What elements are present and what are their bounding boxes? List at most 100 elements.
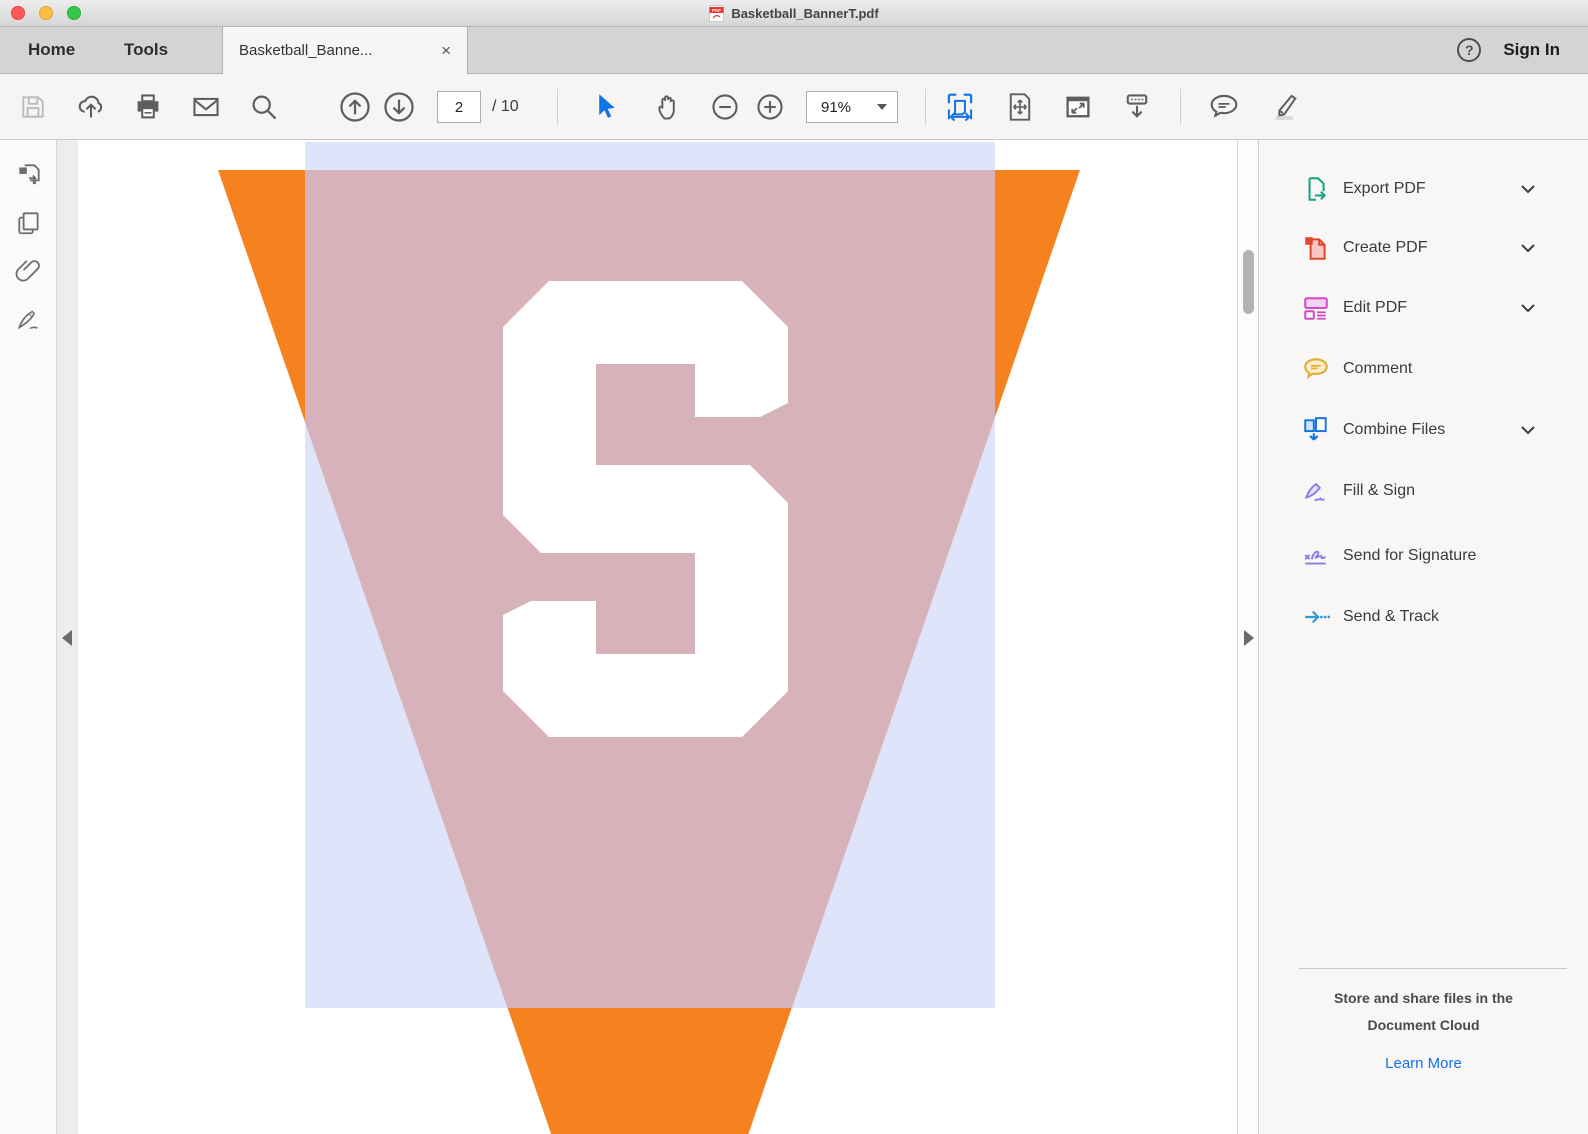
page-transfer-pane-button[interactable] (14, 160, 44, 190)
highlight-tool-button[interactable] (1267, 91, 1299, 123)
hand-tool-button[interactable] (652, 91, 684, 123)
close-window-button[interactable] (11, 6, 25, 20)
highlighter-icon (1275, 94, 1297, 120)
svg-text:PDF: PDF (712, 8, 721, 13)
chevron-down-icon[interactable] (1520, 184, 1536, 194)
comment-icon (1301, 355, 1331, 383)
signatures-pane-button[interactable] (14, 305, 44, 335)
zoom-out-button[interactable] (709, 91, 741, 123)
next-page-button[interactable] (383, 91, 415, 123)
window-title: Basketball_BannerT.pdf (731, 5, 879, 21)
tool-label: Export PDF (1343, 180, 1426, 197)
page-thumbnails-pane-button[interactable] (14, 208, 44, 238)
vertical-scrollbar[interactable] (1237, 140, 1258, 1134)
banner-letter[interactable] (503, 281, 788, 737)
search-icon (252, 95, 277, 120)
tool-label: Edit PDF (1343, 299, 1408, 316)
hand-tool-icon (658, 95, 675, 120)
tool-combine-files[interactable]: Combine Files (1259, 408, 1588, 452)
tool-create-pdf[interactable]: Create PDF (1259, 226, 1588, 270)
zoom-in-icon (757, 94, 783, 120)
read-mode-button[interactable] (1121, 91, 1153, 123)
tab-bar: Home Tools Basketball_Banne... × ? Sign … (0, 27, 1588, 74)
attachments-pane-button[interactable] (14, 255, 44, 285)
edit-pdf-icon (1301, 294, 1331, 322)
fullscreen-icon (1066, 96, 1090, 118)
tool-send-for-signature[interactable]: Send for Signature (1259, 534, 1588, 578)
fullscreen-button[interactable] (1062, 91, 1094, 123)
tool-send-track[interactable]: Send & Track (1259, 595, 1588, 639)
toolbar-divider (557, 89, 558, 125)
page-number-input[interactable] (437, 91, 481, 123)
fit-width-button[interactable] (944, 91, 976, 123)
zoom-window-button[interactable] (67, 6, 81, 20)
acrobat-window: { "window": { "title": "Basketball_Banne… (0, 0, 1588, 1134)
tool-export-pdf[interactable]: Export PDF (1259, 167, 1588, 211)
toolbar-divider (925, 89, 926, 125)
fill-sign-icon (1301, 477, 1331, 505)
save-button[interactable] (17, 91, 49, 123)
signatures-icon (17, 310, 38, 330)
print-icon (137, 94, 159, 119)
tool-label: Comment (1343, 360, 1413, 377)
document-cloud-text-line2: Document Cloud (1367, 1017, 1480, 1033)
panel-footer-divider (1299, 968, 1567, 969)
tab-document[interactable]: Basketball_Banne... × (222, 27, 468, 74)
scrollbar-thumb[interactable] (1243, 250, 1254, 314)
learn-more-link[interactable]: Learn More (1259, 1055, 1588, 1072)
expand-right-pane-icon[interactable] (1244, 630, 1254, 646)
fit-page-button[interactable] (1004, 91, 1036, 123)
previous-page-icon (340, 92, 370, 122)
attachments-icon (15, 260, 40, 282)
email-icon (193, 97, 219, 117)
sign-in-button[interactable]: Sign In (1503, 40, 1560, 60)
save-icon (22, 96, 44, 118)
previous-page-button[interactable] (339, 91, 371, 123)
next-page-icon (384, 92, 414, 122)
chevron-down-icon[interactable] (1520, 303, 1536, 313)
document-canvas[interactable] (78, 140, 1237, 1134)
fit-page-icon (1009, 93, 1031, 121)
toolbar-divider (1180, 89, 1181, 125)
tool-comment[interactable]: Comment (1259, 347, 1588, 391)
tab-tools[interactable]: Tools (124, 27, 168, 73)
zoom-level-dropdown[interactable]: 91% (806, 91, 898, 123)
chevron-down-icon[interactable] (1520, 243, 1536, 253)
send-signature-icon (1301, 542, 1331, 570)
collapse-left-pane-icon[interactable] (62, 630, 72, 646)
create-pdf-icon (1301, 234, 1331, 262)
select-tool-button[interactable] (589, 91, 621, 123)
tool-edit-pdf[interactable]: Edit PDF (1259, 286, 1588, 330)
pdf-page (218, 142, 1080, 1134)
send-track-icon (1301, 603, 1331, 631)
main-area: Export PDF Create PDF Edit PDF Comment C… (0, 140, 1588, 1134)
tab-home[interactable]: Home (28, 27, 75, 73)
tab-document-label: Basketball_Banne... (239, 42, 373, 59)
tool-label: Send & Track (1343, 608, 1440, 625)
tool-fill-sign[interactable]: Fill & Sign (1259, 469, 1588, 513)
navigation-rail (0, 140, 57, 1134)
comment-tool-button[interactable] (1208, 91, 1240, 123)
traffic-lights (11, 6, 81, 20)
chevron-down-icon[interactable] (1520, 425, 1536, 435)
left-pane-gutter (57, 140, 78, 1134)
tool-label: Create PDF (1343, 239, 1428, 256)
tool-label: Fill & Sign (1343, 482, 1416, 499)
toolbar: / 10 91% (0, 74, 1588, 140)
document-cloud-text-line1: Store and share files in the (1334, 990, 1513, 1006)
read-mode-icon (1126, 94, 1148, 118)
select-tool-icon (599, 94, 615, 118)
share-button[interactable] (75, 91, 107, 123)
combine-files-icon (1301, 416, 1331, 444)
help-icon[interactable]: ? (1457, 38, 1482, 62)
tool-label: Send for Signature (1343, 547, 1477, 564)
title-bar: PDF Basketball_BannerT.pdf (0, 0, 1588, 27)
upload-cloud-icon (78, 95, 103, 118)
zoom-in-button[interactable] (754, 91, 786, 123)
minimize-window-button[interactable] (39, 6, 53, 20)
comment-bubble-icon (1210, 94, 1238, 118)
print-button[interactable] (132, 91, 164, 123)
tab-close-icon[interactable]: × (441, 42, 451, 59)
email-button[interactable] (190, 91, 222, 123)
search-button[interactable] (248, 91, 280, 123)
